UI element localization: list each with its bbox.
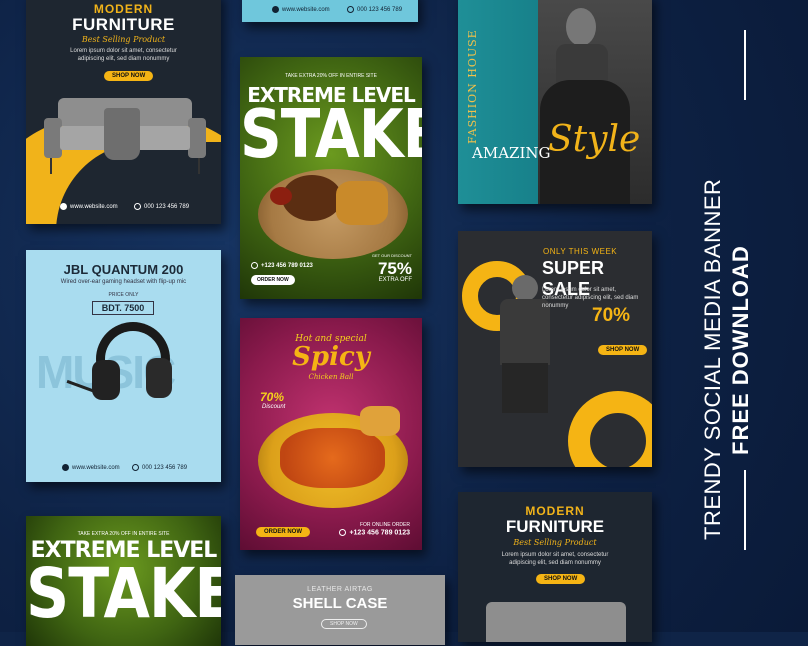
stake-get-our: GET OUR DISCOUNT [371, 253, 412, 258]
stake-order-button[interactable]: ORDER NOW [251, 275, 295, 285]
stake2-title-big: STAKE [26, 553, 221, 635]
banner-fashion[interactable]: FASHION HOUSE AMAZING Style [458, 0, 652, 204]
phone-icon [132, 464, 139, 471]
fashion-vertical: FASHION HOUSE [466, 29, 479, 144]
banner-spicy[interactable]: Hot and special Spicy Chicken Ball 70% D… [240, 318, 422, 550]
furniture-script: Best Selling Product [81, 35, 166, 44]
chicken-image [280, 428, 385, 488]
phone-icon [347, 6, 354, 13]
jbl-subtitle: Wired over-ear gaming headset with flip-… [60, 279, 187, 285]
sofa-image [44, 98, 206, 178]
furniture2-title: FURNITURE [505, 517, 605, 536]
stake-discount: 75% [377, 259, 412, 278]
stake-phone: +123 456 789 0123 [251, 262, 313, 269]
spicy-online: FOR ONLINE ORDER [359, 522, 410, 528]
furniture-shop-button[interactable]: SHOP NOW [104, 71, 154, 81]
stake-title-big: STAKE [240, 94, 422, 174]
spicy-discount: 70% [260, 390, 285, 404]
furniture-phone: 000 123 456 789 [134, 203, 189, 210]
sale-discount: 70% [592, 305, 631, 326]
fashion-script: Style [548, 119, 641, 160]
banner-strip-top[interactable]: www.website.com 000 123 456 789 [242, 0, 418, 22]
stake2-tagline: TAKE EXTRA 20% OFF IN ENTIRE SITE [77, 531, 170, 537]
globe-icon [62, 464, 69, 471]
jbl-price-label: PRICE ONLY [108, 292, 139, 298]
globe-icon [272, 6, 279, 13]
shell-shop-button[interactable]: SHOP NOW [321, 619, 367, 629]
furniture-body: Lorem ipsum dolor sit amet, consectetur … [70, 48, 177, 62]
side-divider-top [744, 30, 746, 100]
fashion-word: AMAZING [472, 144, 551, 162]
banner-jbl[interactable]: MUSIC JBL QUANTUM 200 Wired over-ear gam… [26, 250, 221, 482]
banner-stake-2[interactable]: TAKE EXTRA 20% OFF IN ENTIRE SITE EXTREM… [26, 516, 221, 646]
shell-title: SHELL CASE [292, 595, 388, 612]
jbl-phone: 000 123 456 789 [132, 464, 187, 471]
strip-phone: 000 123 456 789 [347, 6, 402, 13]
side-divider-bottom [744, 470, 746, 550]
furniture2-kicker: MODERN [525, 504, 585, 518]
phone-icon [339, 529, 347, 536]
furniture2-body: Lorem ipsum dolor sit amet, consectetur … [501, 552, 609, 566]
spicy-title: Spicy [292, 342, 370, 372]
sauce-image [270, 187, 292, 205]
spicy-script-sub: Chicken Ball [308, 373, 354, 381]
fries-image [360, 406, 400, 436]
banner-shell-case[interactable]: LEATHER AIRTAG SHELL CASE SHOP NOW [235, 575, 445, 645]
jbl-website: www.website.com [62, 464, 120, 471]
spicy-order-button[interactable]: ORDER NOW [256, 527, 310, 537]
banner-furniture[interactable]: MODERN FURNITURE Best Selling Product Lo… [26, 0, 221, 224]
banner-super-sale[interactable]: ONLY THIS WEEK SUPER SALE Lorem ipsum do… [458, 231, 652, 467]
side-title-line1: TRENDY SOCIAL MEDIA BANNER [700, 178, 725, 540]
globe-icon [60, 203, 67, 210]
jbl-title: JBL QUANTUM 200 [63, 262, 184, 277]
sofa-image [486, 602, 626, 642]
furniture-title: FURNITURE [72, 15, 175, 34]
headset-cup-right [146, 358, 172, 398]
banner-furniture-2[interactable]: MODERN FURNITURE Best Selling Product Lo… [458, 492, 652, 642]
furniture-kicker: MODERN [93, 2, 154, 16]
stake-extra: EXTRA OFF [378, 277, 412, 283]
phone-icon [251, 262, 258, 269]
furniture2-shop-button[interactable]: SHOP NOW [536, 574, 586, 584]
phone-icon [134, 203, 141, 210]
furniture-website: www.website.com [60, 203, 118, 210]
shell-kicker: LEATHER AIRTAG [307, 586, 373, 593]
stake-tagline: TAKE EXTRA 20% OFF IN ENTIRE SITE [285, 73, 377, 79]
jbl-price: BDT. 7500 [92, 301, 154, 315]
side-title-line2: FREE DOWNLOAD [728, 245, 753, 455]
yellow-arc [568, 391, 652, 467]
fries-image [336, 181, 388, 225]
sale-shop-button[interactable]: SHOP NOW [598, 345, 648, 355]
model-photo [538, 0, 652, 204]
furniture2-script: Best Selling Product [513, 538, 597, 547]
strip-website: www.website.com [272, 6, 330, 13]
headset-cup-left [92, 360, 120, 400]
spicy-discount-sub: Discount [262, 404, 286, 410]
banner-stake[interactable]: TAKE EXTRA 20% OFF IN ENTIRE SITE EXTREM… [240, 57, 422, 299]
sale-kicker: ONLY THIS WEEK [543, 247, 618, 256]
spicy-phone: +123 456 789 0123 [339, 529, 410, 536]
